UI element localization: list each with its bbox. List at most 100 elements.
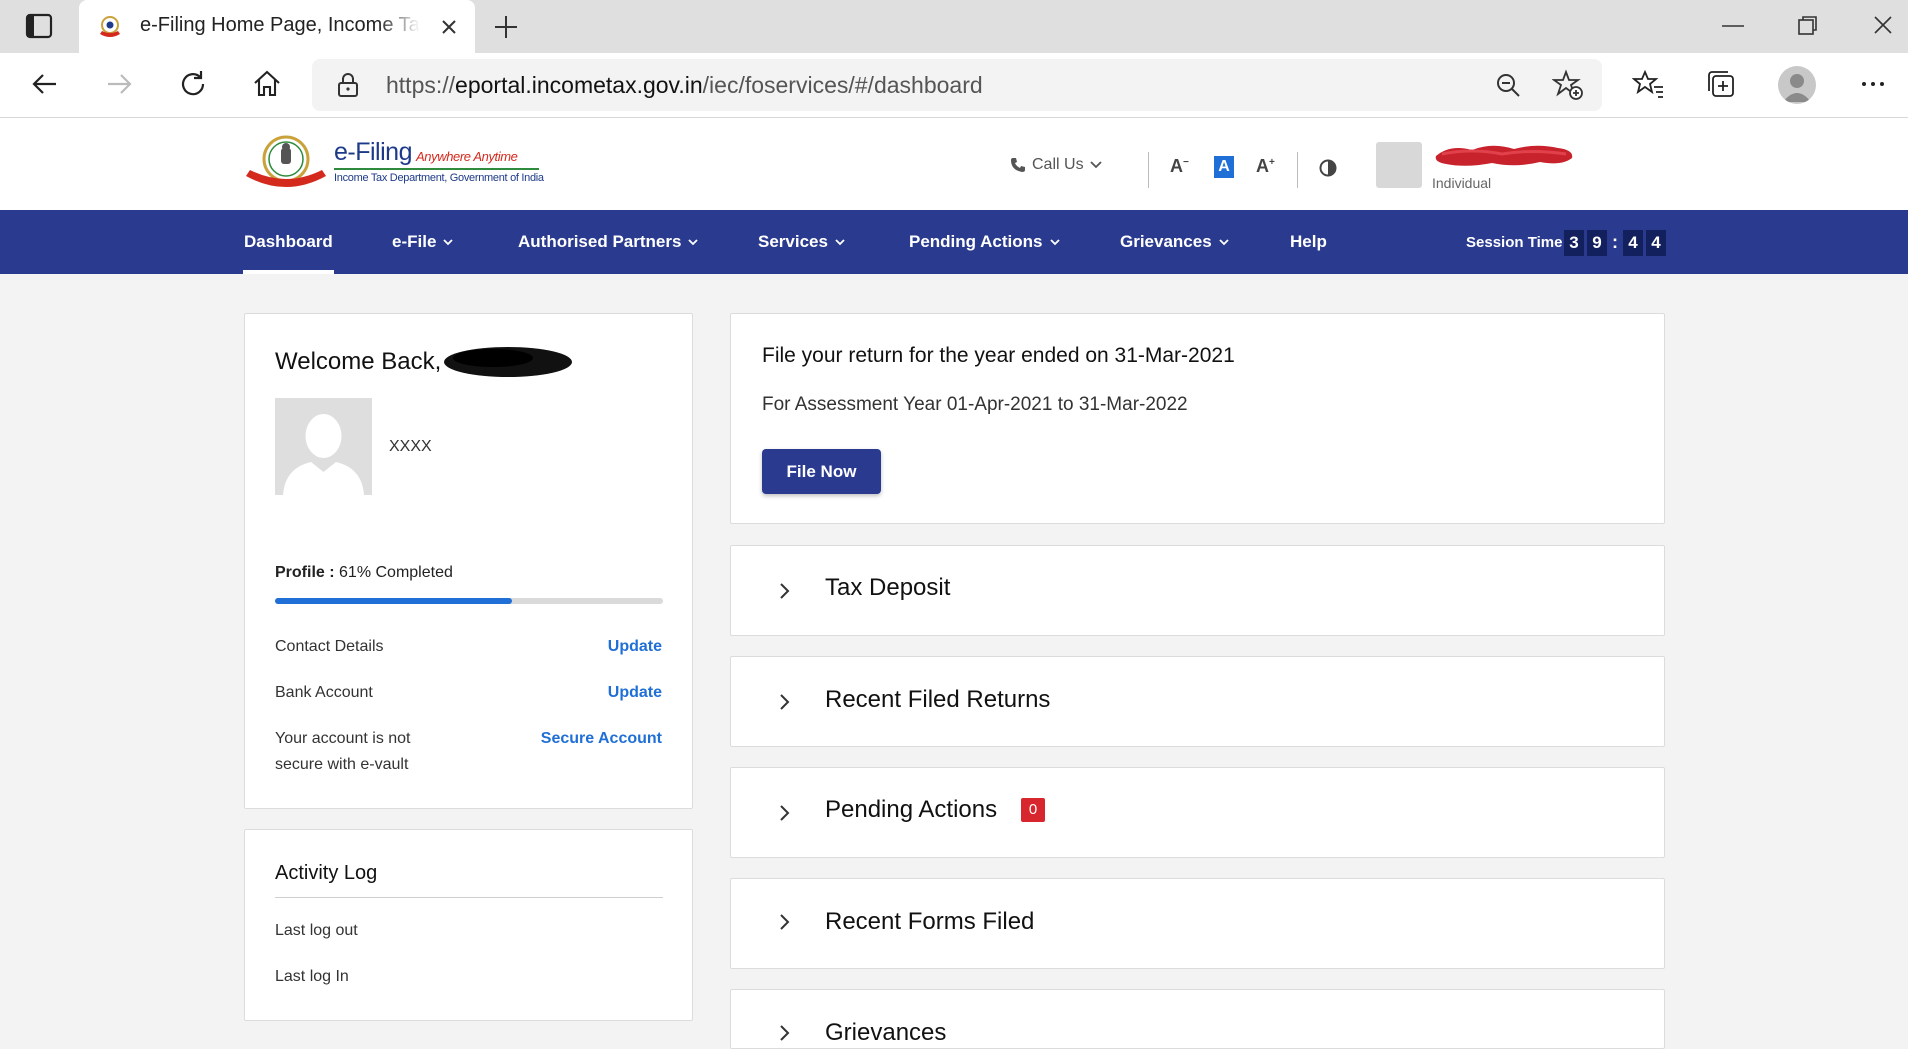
session-time-label: Session Time bbox=[1466, 234, 1563, 251]
pending-actions-count-badge: 0 bbox=[1021, 798, 1045, 822]
phone-icon bbox=[1011, 158, 1025, 172]
profile-progress-bar bbox=[275, 598, 663, 604]
session-separator: : bbox=[1612, 232, 1618, 252]
profile-avatar-icon[interactable] bbox=[1778, 66, 1816, 104]
nav-active-indicator bbox=[243, 270, 334, 274]
activity-log-card: Activity Log Last log out Last log In bbox=[244, 829, 693, 1021]
url-text[interactable]: https://eportal.incometax.gov.in/iec/fos… bbox=[386, 72, 983, 99]
session-digit: 3 bbox=[1564, 230, 1584, 256]
activity-divider bbox=[275, 897, 663, 898]
nav-pending-actions[interactable]: Pending Actions bbox=[909, 232, 1060, 252]
accordion-recent-filed-returns[interactable]: Recent Filed Returns bbox=[730, 656, 1665, 747]
accordion-tax-deposit[interactable]: Tax Deposit bbox=[730, 545, 1665, 636]
profile-progress-fill bbox=[275, 598, 512, 604]
collections-icon[interactable] bbox=[1704, 67, 1738, 101]
contact-details-update-link[interactable]: Update bbox=[608, 634, 662, 660]
favorites-icon[interactable] bbox=[1631, 67, 1666, 101]
browser-toolbar: https://eportal.incometax.gov.in/iec/fos… bbox=[0, 53, 1908, 118]
contact-details-label: Contact Details bbox=[275, 638, 384, 655]
file-return-card: File your return for the year ended on 3… bbox=[730, 313, 1665, 524]
address-bar[interactable]: https://eportal.incometax.gov.in/iec/fos… bbox=[312, 59, 1602, 111]
nav-efile[interactable]: e-File bbox=[392, 232, 454, 252]
session-digit: 9 bbox=[1587, 230, 1607, 256]
profile-photo[interactable] bbox=[275, 398, 372, 495]
profile-card: Welcome Back, XXXX Profile : 61% Complet… bbox=[244, 313, 693, 809]
font-normal-button[interactable]: A bbox=[1214, 156, 1234, 178]
logo-title[interactable]: e-Filing bbox=[334, 138, 412, 167]
user-name-redacted bbox=[443, 344, 573, 380]
logo-tagline: Anywhere Anytime bbox=[416, 149, 518, 164]
nav-help[interactable]: Help bbox=[1290, 232, 1327, 252]
chevron-down-icon bbox=[1219, 239, 1229, 246]
tab-actions-icon[interactable] bbox=[22, 13, 58, 39]
accordion-title: Recent Filed Returns bbox=[825, 686, 1051, 713]
user-avatar[interactable] bbox=[1376, 142, 1422, 188]
accordion-title: Grievances bbox=[825, 1019, 947, 1046]
font-increase-button[interactable]: A+ bbox=[1256, 156, 1275, 177]
file-now-button[interactable]: File Now bbox=[762, 449, 881, 494]
reload-icon[interactable] bbox=[176, 67, 210, 101]
chevron-down-icon bbox=[1089, 161, 1102, 169]
window-close-icon[interactable] bbox=[1868, 12, 1898, 40]
header-divider bbox=[1297, 152, 1298, 188]
chevron-right-icon bbox=[780, 1025, 790, 1041]
accordion-pending-actions[interactable]: Pending Actions 0 bbox=[730, 767, 1665, 858]
accordion-title: Recent Forms Filed bbox=[825, 908, 1035, 935]
call-us-dropdown[interactable]: Call Us bbox=[1010, 156, 1102, 174]
accordion-recent-forms-filed[interactable]: Recent Forms Filed bbox=[730, 878, 1665, 969]
session-digit: 4 bbox=[1623, 230, 1643, 256]
call-us-label: Call Us bbox=[1032, 156, 1084, 173]
session-timer: 3 9 : 4 4 bbox=[1564, 230, 1666, 256]
more-menu-icon[interactable] bbox=[1856, 67, 1890, 101]
font-decrease-button[interactable]: A− bbox=[1170, 156, 1189, 177]
tab-close-icon[interactable] bbox=[438, 16, 460, 38]
nav-authorised-partners[interactable]: Authorised Partners bbox=[518, 232, 699, 252]
nav-grievances[interactable]: Grievances bbox=[1120, 232, 1229, 252]
main-navbar: Dashboard e-File Authorised Partners Ser… bbox=[0, 210, 1908, 274]
logo-underline bbox=[334, 168, 539, 170]
file-return-title: File your return for the year ended on 3… bbox=[762, 344, 1235, 367]
lock-icon[interactable] bbox=[336, 72, 360, 98]
forward-arrow-icon[interactable] bbox=[102, 67, 136, 101]
new-tab-plus-icon[interactable] bbox=[492, 13, 520, 41]
user-name-redacted[interactable] bbox=[1432, 140, 1576, 170]
accordion-title: Pending Actions bbox=[825, 796, 998, 823]
income-tax-emblem-icon[interactable] bbox=[244, 132, 328, 192]
pan-number: XXXX bbox=[389, 438, 432, 455]
session-digit: 4 bbox=[1646, 230, 1666, 256]
window-minimize-icon[interactable] bbox=[1718, 12, 1748, 40]
file-return-subtitle: For Assessment Year 01-Apr-2021 to 31-Ma… bbox=[762, 394, 1188, 415]
last-logout-label: Last log out bbox=[275, 922, 358, 939]
header-divider bbox=[1148, 152, 1149, 188]
browser-tabstrip: e-Filing Home Page, Income Tax Departmen… bbox=[0, 0, 1908, 53]
profile-completion-label: Profile : 61% Completed bbox=[275, 564, 453, 581]
chevron-down-icon bbox=[835, 239, 845, 246]
income-tax-favicon-icon bbox=[97, 14, 123, 40]
logo-subtitle: Income Tax Department, Government of Ind… bbox=[334, 172, 544, 184]
zoom-out-icon[interactable] bbox=[1494, 71, 1522, 99]
contrast-toggle-icon[interactable] bbox=[1318, 158, 1338, 178]
secure-account-link[interactable]: Secure Account bbox=[541, 726, 662, 752]
back-arrow-icon[interactable] bbox=[28, 67, 62, 101]
bank-account-label: Bank Account bbox=[275, 684, 373, 701]
user-type: Individual bbox=[1432, 175, 1492, 191]
home-icon[interactable] bbox=[250, 67, 284, 101]
chevron-down-icon bbox=[688, 239, 699, 246]
browser-tab-active[interactable]: e-Filing Home Page, Income Tax Departmen… bbox=[79, 0, 475, 53]
tab-title: e-Filing Home Page, Income Tax Departmen… bbox=[140, 14, 420, 36]
accordion-grievances[interactable]: Grievances bbox=[730, 989, 1665, 1049]
nav-services[interactable]: Services bbox=[758, 232, 845, 252]
chevron-down-icon bbox=[1049, 239, 1060, 246]
accordion-title: Tax Deposit bbox=[825, 574, 951, 601]
nav-dashboard[interactable]: Dashboard bbox=[244, 232, 333, 252]
chevron-right-icon bbox=[780, 583, 790, 599]
evault-warning-text: Your account is not secure with e-vault bbox=[275, 730, 411, 773]
chevron-down-icon bbox=[443, 239, 454, 246]
activity-log-title: Activity Log bbox=[275, 862, 378, 884]
bank-account-update-link[interactable]: Update bbox=[608, 680, 662, 706]
add-favorite-icon[interactable] bbox=[1551, 69, 1584, 101]
window-restore-icon[interactable] bbox=[1792, 12, 1822, 40]
site-header: e-Filing Anywhere Anytime Income Tax Dep… bbox=[0, 118, 1908, 210]
welcome-heading: Welcome Back, bbox=[275, 348, 442, 375]
chevron-right-icon bbox=[780, 914, 790, 930]
